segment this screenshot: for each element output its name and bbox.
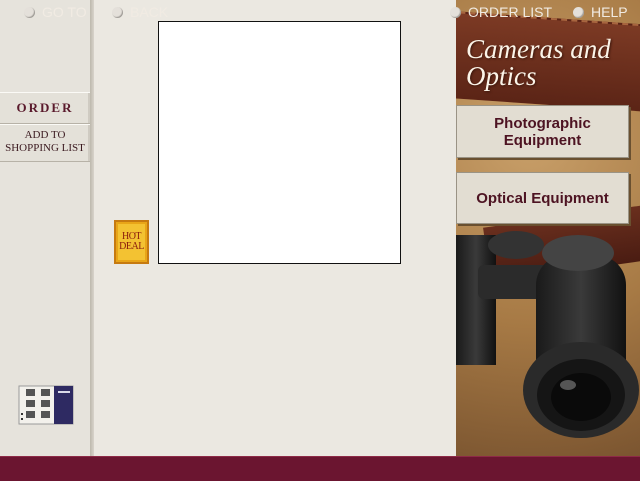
hot-deal-inner: HOT DEAL [118,224,145,260]
order-list-bullet-icon [450,6,461,18]
section-title: Cameras and Optics [466,36,636,90]
order-list-button[interactable]: ORDER LIST [450,0,552,24]
optical-equipment-button[interactable]: Optical Equipment [456,172,629,224]
goto-label: GO TO [42,4,87,20]
help-button[interactable]: HELP [573,0,628,24]
title-line2: Optics [466,61,537,91]
order-list-label: ORDER LIST [468,4,553,20]
bottom-nav-bar [0,456,640,481]
help-label: HELP [591,4,628,20]
category-panel: Cameras and Optics [456,0,640,456]
product-image-frame [158,21,401,264]
add-to-shopping-list-button[interactable]: ADD TO SHOPPING LIST [0,124,90,162]
back-bullet-icon [112,6,123,18]
order-label: ORDER [16,100,74,115]
binoculars-image [456,231,639,438]
photo-line2: Equipment [503,131,582,149]
add-label-line2: SHOPPING LIST [5,142,85,154]
hot-deal-line2: DEAL [119,241,144,252]
photo-line1: Photographic [494,114,591,132]
photographic-equipment-button[interactable]: Photographic Equipment [456,105,629,158]
goto-button[interactable]: GO TO [24,0,87,24]
optical-label: Optical Equipment [476,189,609,207]
hot-deal-badge[interactable]: HOT DEAL [114,220,149,264]
photographic-label: Photographic Equipment [494,115,591,149]
title-line1: Cameras and [466,34,611,64]
add-label-line1: ADD TO [24,129,66,141]
order-button[interactable]: ORDER [0,92,90,124]
catalog-grid-icon[interactable] [18,385,74,425]
back-button[interactable]: BACK [112,0,168,24]
help-bullet-icon [573,6,584,18]
back-label: BACK [130,4,169,20]
goto-bullet-icon [24,6,35,18]
